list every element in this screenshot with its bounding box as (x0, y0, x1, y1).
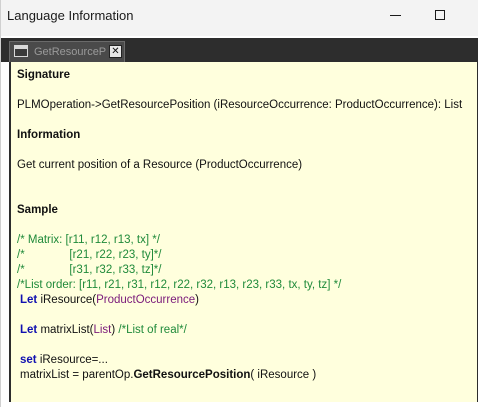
code-line-assign: matrixList = parentOp.GetResourcePositio… (20, 369, 316, 381)
information-heading: Information (17, 129, 81, 141)
information-text: Get current position of a Resource (Prod… (17, 159, 303, 171)
code-comment-line: /*List order: [r11, r21, r31, r12, r22, … (17, 279, 342, 291)
window-icon (14, 45, 28, 57)
code-line-let-matrixlist: Let matrixList(List) /*List of real*/ (20, 324, 187, 336)
minimize-icon (390, 15, 401, 16)
tab-strip: GetResourceP ✕ (1, 38, 478, 62)
code-comment-line: /* [r21, r22, r23, ty]*/ (17, 249, 162, 261)
code-text: iResource( (37, 294, 97, 306)
tab-label: GetResourceP (34, 46, 106, 58)
minimize-button[interactable] (373, 0, 419, 32)
window-bottom-edge (1, 402, 478, 407)
type-name: ProductOccurrence (96, 294, 196, 306)
code-comment: /*List of real*/ (118, 324, 187, 336)
method-name: GetResourcePosition (133, 369, 251, 381)
code-text: matrixList( (37, 324, 94, 336)
sample-heading: Sample (17, 204, 58, 216)
tab-close-button[interactable]: ✕ (109, 45, 122, 58)
signature-heading: Signature (17, 69, 71, 81)
tab-getresourceposition[interactable]: GetResourceP ✕ (9, 41, 125, 62)
documentation-panel[interactable]: Signature PLMOperation->GetResourcePosit… (9, 62, 477, 402)
code-line-let-iresource: Let iResource(ProductOccurrence) (20, 294, 199, 306)
maximize-button[interactable] (417, 0, 463, 32)
keyword: set (20, 354, 37, 366)
keyword: Let (20, 324, 38, 336)
code-text: ( iResource ) (250, 369, 317, 381)
signature-text: PLMOperation->GetResourcePosition (iReso… (17, 99, 463, 111)
code-line-set: set iResource=... (20, 354, 108, 366)
code-comment-line: /* Matrix: [r11, r12, r13, tx] */ (17, 234, 160, 246)
code-text: iResource=... (36, 354, 108, 366)
maximize-icon (435, 10, 445, 20)
title-bar[interactable]: Language Information (1, 0, 478, 36)
keyword: Let (20, 294, 38, 306)
code-text: ) (195, 294, 199, 306)
code-comment-line: /* [r31, r32, r33, tz]*/ (17, 264, 162, 276)
code-text: matrixList = parentOp. (20, 369, 134, 381)
type-name: List (93, 324, 112, 336)
language-information-window: Language Information GetResourceP ✕ Sign… (0, 0, 478, 407)
window-title: Language Information (7, 8, 134, 23)
